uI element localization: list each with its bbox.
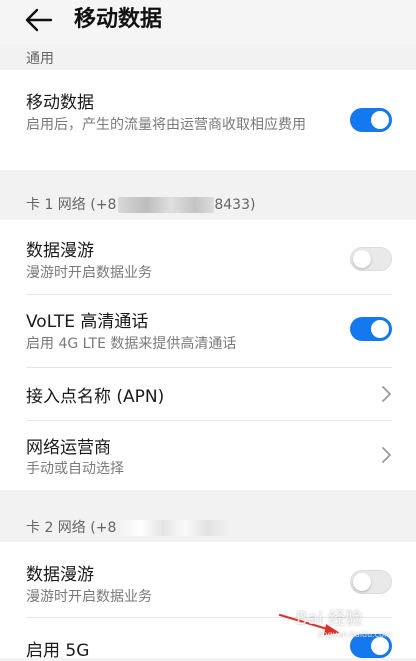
page-title: 移动数据 [74,7,163,32]
apn-row[interactable]: 接入点名称 (APN) [0,368,416,420]
sim2-label-prefix: 卡 2 网络 (+8 [26,520,117,536]
toggle-knob [353,573,371,591]
row-title: 移动数据 [26,93,94,113]
toggle-knob [353,250,371,268]
row-title: 启用 5G [26,641,90,661]
chevron-right-icon [382,386,391,402]
chevron-right-icon [382,447,391,463]
row-title: 数据漫游 [26,565,94,585]
watermark-url: jingyan.baidu.com [318,630,392,639]
section-label-sim2: 卡 2 网络 (+8 [26,517,231,537]
volte-toggle[interactable] [350,317,392,341]
sim1-label-suffix: 8433) [214,197,256,213]
section-label-general: 通用 [26,51,54,67]
redacted-number [118,197,215,213]
app-bar: 移动数据 [0,0,416,44]
row-description: 启用后，产生的流量将由运营商收取相应费用 [26,117,306,133]
row-title: VoLTE 高清通话 [26,312,149,332]
carrier-row[interactable]: 网络运营商 手动或自动选择 [0,421,416,490]
sim1-label-prefix: 卡 1 网络 (+8 [26,197,117,213]
sim1-card: 数据漫游 漫游时开启数据业务 VoLTE 高清通话 启用 4G LTE 数据来提… [0,220,416,490]
back-arrow-icon[interactable] [24,6,54,34]
volte-row[interactable]: VoLTE 高清通话 启用 4G LTE 数据来提供高清通话 [0,295,416,367]
sim2-card: 数据漫游 漫游时开启数据业务 启用 5G [0,542,416,661]
row-description: 漫游时开启数据业务 [26,265,152,281]
row-description: 手动或自动选择 [26,461,124,477]
row-title: 网络运营商 [26,438,111,458]
section-label-sim1: 卡 1 网络 (+8 8433) [26,194,255,214]
row-title: 接入点名称 (APN) [26,387,165,407]
row-description: 启用 4G LTE 数据来提供高清通话 [26,336,237,352]
roaming-row-sim1[interactable]: 数据漫游 漫游时开启数据业务 [0,220,416,294]
redacted-number [118,520,231,536]
toggle-knob [371,320,389,338]
mobile-data-row[interactable]: 移动数据 启用后，产生的流量将由运营商收取相应费用 [0,70,416,170]
toggle-knob [371,111,389,129]
watermark-logo: Bai 经验 [296,609,363,629]
mobile-data-toggle[interactable] [350,108,392,132]
roaming-toggle-sim2[interactable] [350,570,392,594]
row-description: 漫游时开启数据业务 [26,589,152,605]
row-title: 数据漫游 [26,241,94,261]
toggle-knob [371,637,389,655]
roaming-toggle-sim1[interactable] [350,247,392,271]
general-card: 移动数据 启用后，产生的流量将由运营商收取相应费用 [0,70,416,170]
